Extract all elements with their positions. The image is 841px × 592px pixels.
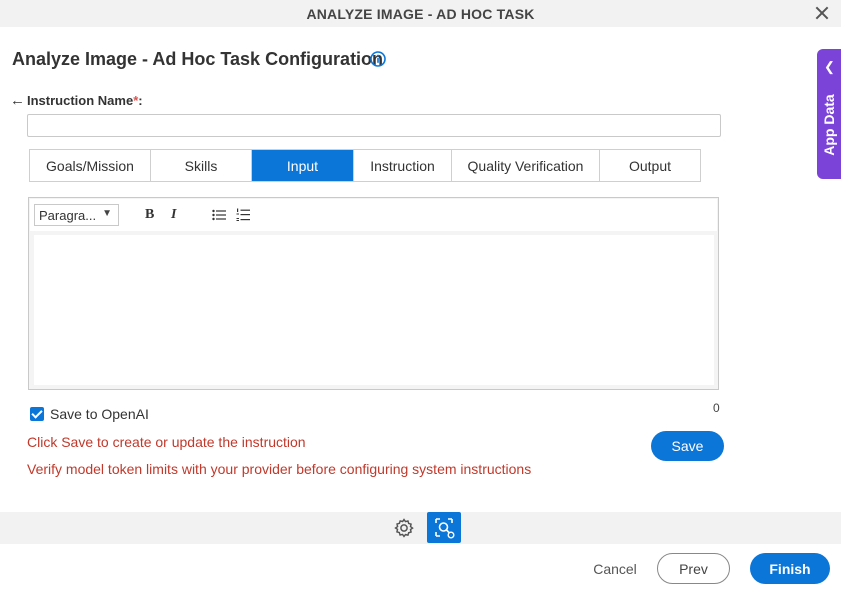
analyze-image-icon	[435, 518, 455, 539]
caret-down-icon: ▼	[102, 208, 112, 219]
chevron-left-icon: ❮	[824, 59, 835, 74]
instruction-name-label-text: Instruction Name	[27, 93, 134, 108]
editor-content-area[interactable]	[34, 235, 714, 385]
dialog-title-bar: ANALYZE IMAGE - AD HOC TASK	[0, 0, 841, 27]
tab-output[interactable]: Output	[600, 150, 700, 181]
save-to-openai-label: Save to OpenAI	[50, 406, 149, 422]
editor-toolbar: Paragra... ▼ B I	[30, 199, 717, 231]
cancel-button[interactable]: Cancel	[580, 553, 650, 584]
prev-button[interactable]: Prev	[657, 553, 730, 584]
tab-bar: Goals/Mission Skills Input Instruction Q…	[29, 149, 701, 182]
bullet-list-icon[interactable]	[212, 209, 226, 221]
app-data-label: App Data	[821, 94, 837, 156]
app-data-panel-toggle[interactable]: ❮ App Data	[817, 49, 841, 179]
numbered-list-icon[interactable]	[236, 208, 250, 222]
tab-input[interactable]: Input	[252, 150, 354, 181]
save-button[interactable]: Save	[651, 431, 724, 461]
paragraph-format-value: Paragra...	[39, 207, 97, 223]
instruction-name-input[interactable]	[27, 114, 721, 137]
tab-quality-verification[interactable]: Quality Verification	[452, 150, 600, 181]
italic-button[interactable]: I	[171, 207, 176, 223]
tab-goals-mission[interactable]: Goals/Mission	[30, 150, 151, 181]
page-title: Analyze Image - Ad Hoc Task Configuratio…	[12, 49, 384, 69]
back-arrow-icon[interactable]: ←	[10, 92, 25, 109]
tab-skills[interactable]: Skills	[151, 150, 252, 181]
bottom-toolbar	[0, 512, 841, 544]
finish-button[interactable]: Finish	[750, 553, 830, 584]
dialog-title: ANALYZE IMAGE - AD HOC TASK	[306, 5, 535, 22]
save-to-openai-checkbox[interactable]	[30, 407, 44, 421]
analyze-image-button[interactable]	[427, 512, 461, 543]
instruction-name-label: Instruction Name*:	[27, 93, 143, 108]
info-icon[interactable]	[370, 51, 386, 67]
bold-button[interactable]: B	[145, 207, 154, 223]
info-message-token-limits: Verify model token limits with your prov…	[27, 461, 532, 477]
paragraph-format-select[interactable]: Paragra... ▼	[34, 204, 119, 226]
label-colon: :	[138, 93, 143, 108]
info-message-save: Click Save to create or update the instr…	[27, 434, 306, 450]
rich-text-editor: Paragra... ▼ B I	[28, 197, 719, 390]
character-count: 0	[713, 401, 720, 415]
gear-icon[interactable]	[393, 517, 415, 539]
tab-instruction[interactable]: Instruction	[354, 150, 452, 181]
close-icon[interactable]	[813, 4, 831, 22]
